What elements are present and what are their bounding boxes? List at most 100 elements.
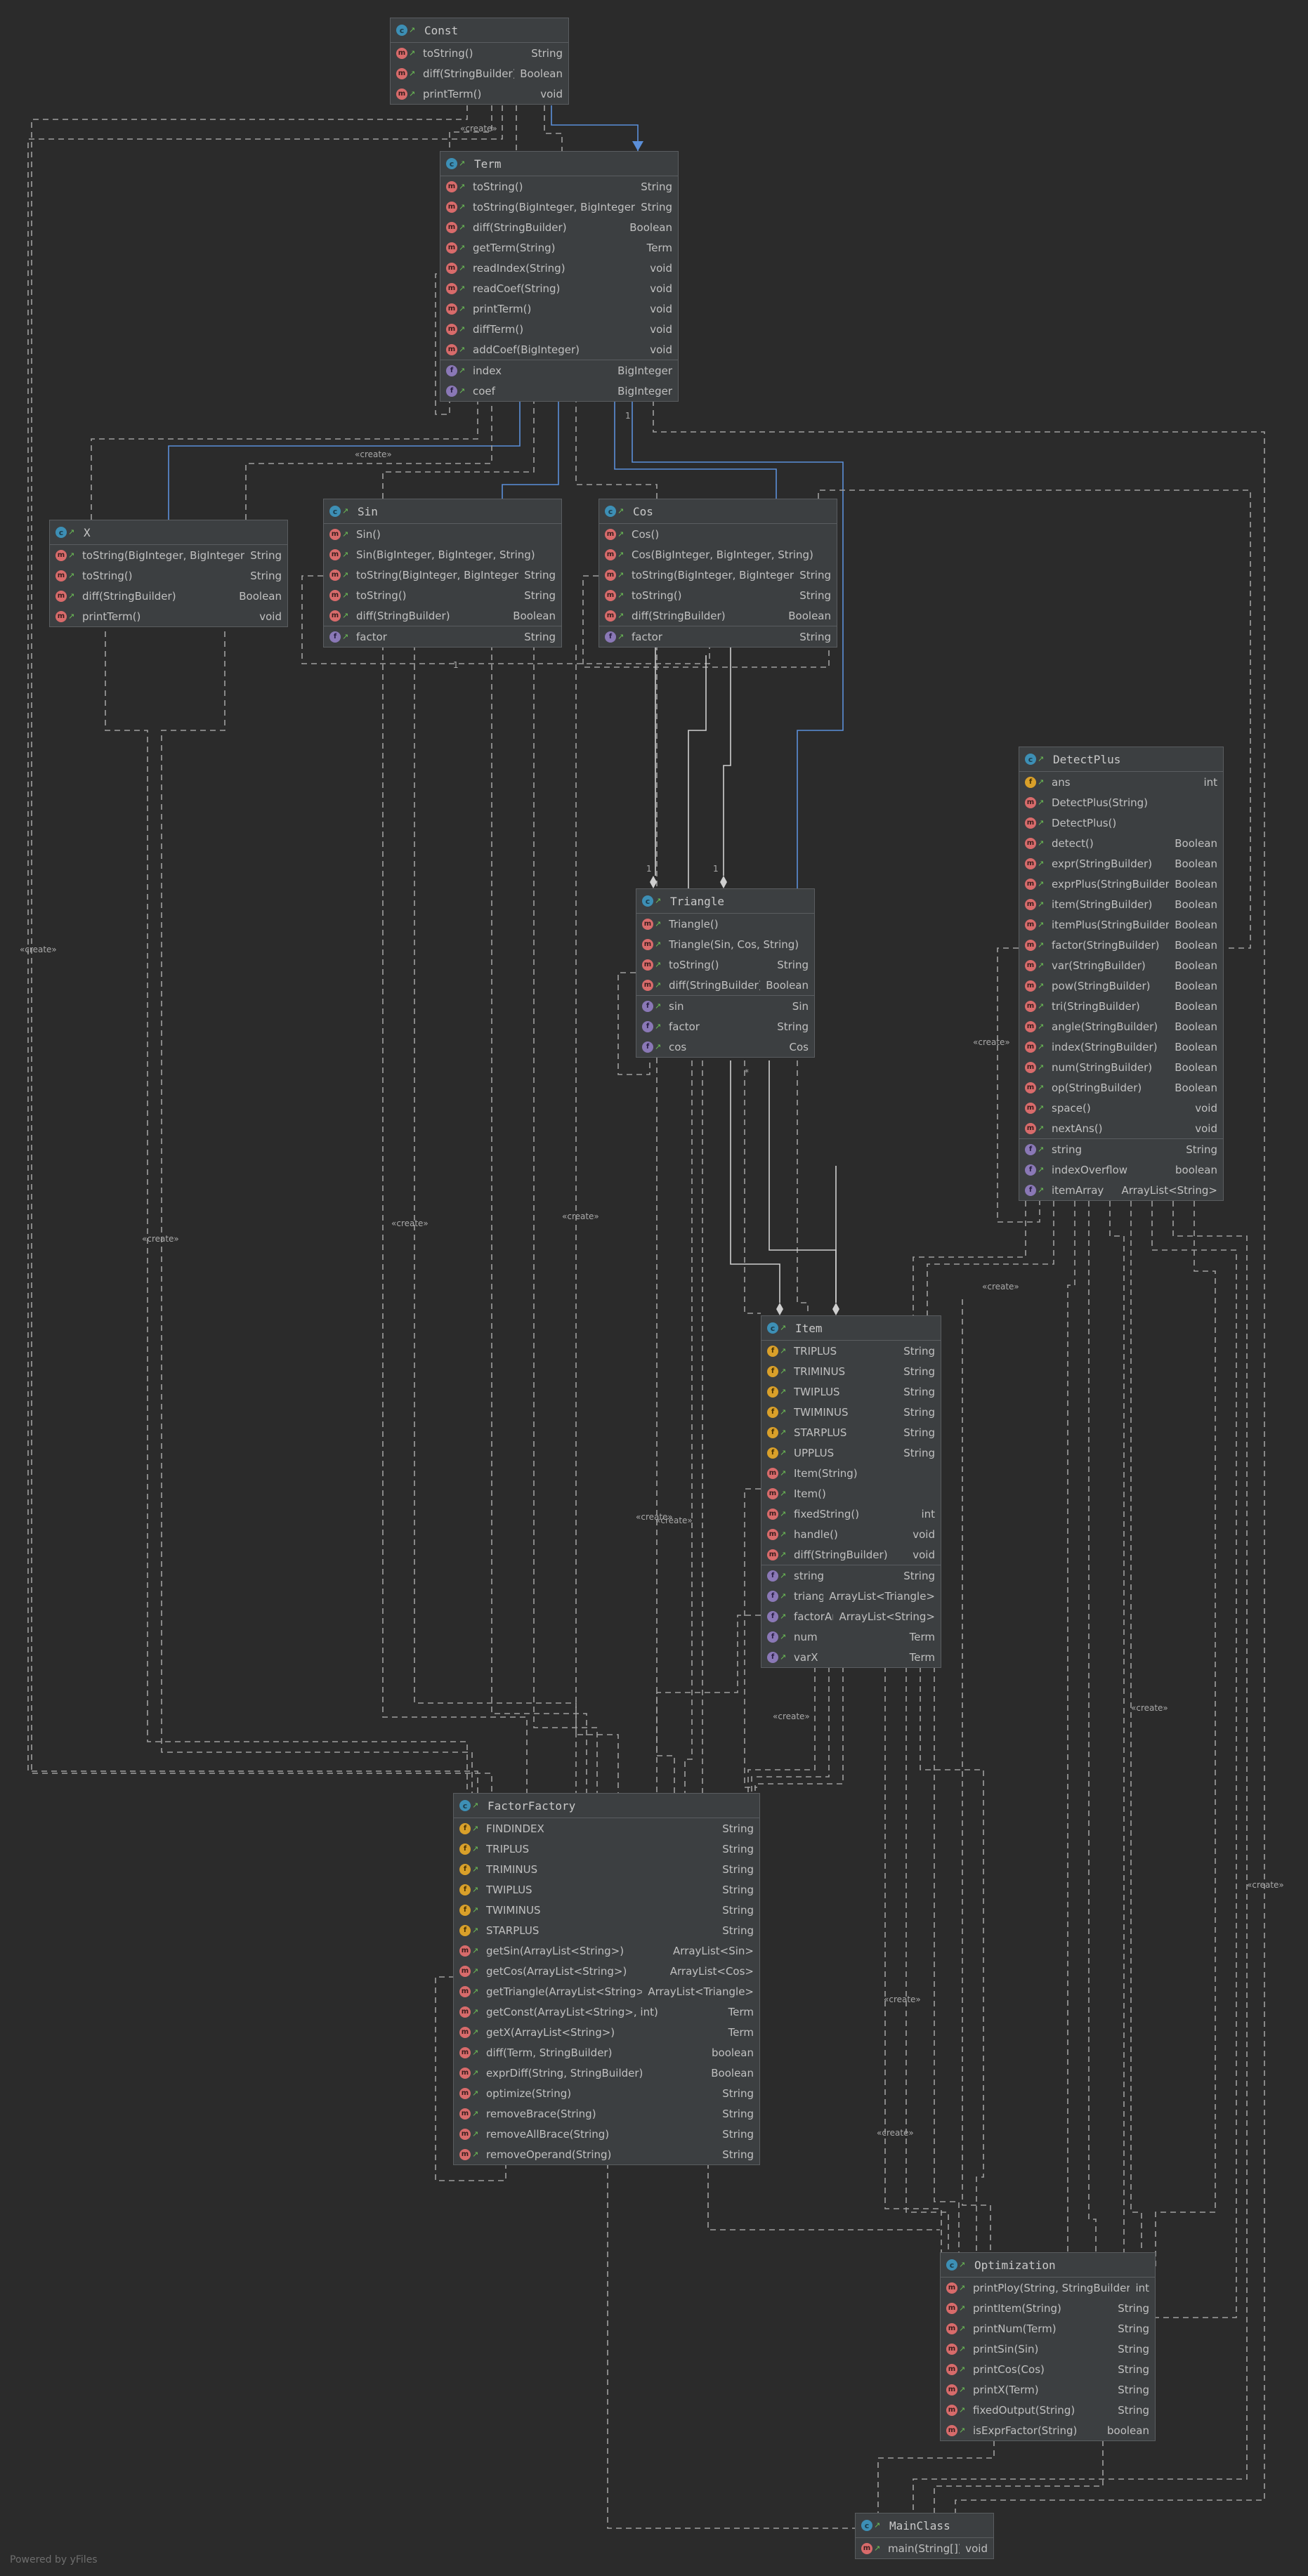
member-row[interactable]: m ↗ pow(StringBuilder) Boolean bbox=[1019, 975, 1223, 996]
member-row[interactable]: m ↗ DetectPlus() bbox=[1019, 813, 1223, 833]
member-row[interactable]: m ↗ toString() String bbox=[50, 565, 287, 586]
member-row[interactable]: f ↗ ans int bbox=[1019, 772, 1223, 792]
member-row[interactable]: m ↗ readIndex(String) void bbox=[440, 258, 678, 278]
class-triangle[interactable]: c ↗ Triangle m ↗ Triangle() m ↗ Triangle(Sin, Co… bbox=[636, 888, 815, 1058]
member-row[interactable]: m ↗ printX(Term) String bbox=[941, 2379, 1155, 2400]
member-row[interactable]: m ↗ optimize(String) String bbox=[454, 2083, 759, 2103]
member-row[interactable]: m ↗ Item(String) bbox=[761, 1463, 941, 1483]
member-row[interactable]: m ↗ diff(StringBuilder) Boolean bbox=[636, 975, 814, 995]
member-row[interactable]: m ↗ handle() void bbox=[761, 1524, 941, 1544]
member-row[interactable]: f ↗ TWIMINUS String bbox=[761, 1402, 941, 1422]
field-row[interactable]: f ↗ string String bbox=[1019, 1138, 1223, 1159]
member-row[interactable]: m ↗ Cos(BigInteger, BigInteger, String) bbox=[599, 544, 837, 565]
field-row[interactable]: f ↗ cos Cos bbox=[636, 1037, 814, 1057]
member-row[interactable]: m ↗ exprDiff(String, StringBuilder) Boolean bbox=[454, 2063, 759, 2083]
member-row[interactable]: m ↗ angle(StringBuilder) Boolean bbox=[1019, 1016, 1223, 1037]
member-row[interactable]: m ↗ Triangle(Sin, Cos, String) bbox=[636, 934, 814, 954]
class-x[interactable]: c ↗ Xm ↗ toString(BigInteger, BigInteger) Str… bbox=[49, 520, 288, 627]
member-row[interactable]: m ↗ printTerm() void bbox=[391, 84, 568, 104]
member-row[interactable]: m ↗ exprPlus(StringBuilder) Boolean bbox=[1019, 874, 1223, 894]
class-term[interactable]: c ↗ Term m ↗ toString() String m ↗ toString(BigIn… bbox=[440, 151, 679, 402]
field-row[interactable]: f ↗ coef BigInteger bbox=[440, 381, 678, 401]
member-row[interactable]: m ↗ removeOperand(String) String bbox=[454, 2144, 759, 2164]
member-row[interactable]: m ↗ printCos(Cos) String bbox=[941, 2359, 1155, 2379]
member-row[interactable]: f ↗ STARPLUS String bbox=[761, 1422, 941, 1443]
class-detectplus[interactable]: c ↗ DetectPlus f ↗ ans int m ↗ DetectPlus(String)… bbox=[1019, 747, 1224, 1201]
class-cos[interactable]: c ↗ Cos m ↗ Cos() m ↗ Cos(BigInteger, BigInteger… bbox=[599, 499, 837, 648]
member-row[interactable]: m ↗ removeAllBrace(String) String bbox=[454, 2124, 759, 2144]
member-row[interactable]: m ↗ Sin() bbox=[324, 524, 561, 544]
member-row[interactable]: f ↗ TWIPLUS String bbox=[454, 1879, 759, 1900]
member-row[interactable]: m ↗ index(StringBuilder) Boolean bbox=[1019, 1037, 1223, 1057]
member-row[interactable]: m ↗ op(StringBuilder) Boolean bbox=[1019, 1077, 1223, 1098]
field-row[interactable]: f ↗ index BigInteger bbox=[440, 360, 678, 381]
member-row[interactable]: m ↗ tri(StringBuilder) Boolean bbox=[1019, 996, 1223, 1016]
member-row[interactable]: m ↗ expr(StringBuilder) Boolean bbox=[1019, 853, 1223, 874]
field-row[interactable]: f↗ factorArray ArrayList<String> bbox=[761, 1606, 941, 1627]
member-row[interactable]: m ↗ printItem(String) String bbox=[941, 2298, 1155, 2318]
member-row[interactable]: m ↗ toString(BigInteger, BigInteger) String bbox=[440, 197, 678, 217]
member-row[interactable]: m ↗ addCoef(BigInteger) void bbox=[440, 339, 678, 360]
class-factorfactory[interactable]: c ↗ FactorFactory f ↗ FINDINDEX String f ↗ TRIPLU… bbox=[453, 1793, 760, 2165]
field-row[interactable]: f ↗ num Term bbox=[761, 1627, 941, 1647]
member-row[interactable]: m ↗ printTerm() void bbox=[50, 606, 287, 626]
member-row[interactable]: m ↗ factor(StringBuilder) Boolean bbox=[1019, 935, 1223, 955]
field-row[interactable]: f ↗ string String bbox=[761, 1565, 941, 1586]
field-row[interactable]: f↗ triangle ArrayList<Triangle> bbox=[761, 1586, 941, 1606]
member-row[interactable]: m ↗ fixedString() int bbox=[761, 1504, 941, 1524]
class-item[interactable]: c ↗ Item f ↗ TRIPLUS String f ↗ TRIMINUS String f ↗ T… bbox=[761, 1315, 941, 1668]
class-const[interactable]: c ↗ Const m ↗ toString() String m ↗ diff(StringBu… bbox=[390, 18, 569, 105]
member-row[interactable]: m ↗ diff(StringBuilder) Boolean bbox=[324, 605, 561, 626]
member-row[interactable]: m ↗ space() void bbox=[1019, 1098, 1223, 1118]
member-row[interactable]: f ↗ UPPLUS String bbox=[761, 1443, 941, 1463]
member-row[interactable]: m ↗ getConst(ArrayList<String>, int) Term bbox=[454, 2002, 759, 2022]
member-row[interactable]: m ↗ itemPlus(StringBuilder) Boolean bbox=[1019, 914, 1223, 935]
member-row[interactable]: m ↗ var(StringBuilder) Boolean bbox=[1019, 955, 1223, 975]
member-row[interactable]: m ↗ removeBrace(String) String bbox=[454, 2103, 759, 2124]
member-row[interactable]: m ↗ diff(StringBuilder) Boolean bbox=[50, 586, 287, 606]
field-row[interactable]: f ↗ factor String bbox=[636, 1016, 814, 1037]
member-row[interactable]: m ↗ diff(StringBuilder) void bbox=[761, 1544, 941, 1565]
member-row[interactable]: m ↗ num(StringBuilder) Boolean bbox=[1019, 1057, 1223, 1077]
class-sin[interactable]: c ↗ Sin m ↗ Sin() m ↗ Sin(BigInteger, BigInteger… bbox=[323, 499, 562, 648]
member-row[interactable]: m ↗ Triangle() bbox=[636, 914, 814, 934]
member-row[interactable]: m ↗ Item() bbox=[761, 1483, 941, 1504]
field-row[interactable]: f ↗ itemArray ArrayList<String> bbox=[1019, 1180, 1223, 1200]
member-row[interactable]: m ↗ toString() String bbox=[324, 585, 561, 605]
field-row[interactable]: f ↗ sin Sin bbox=[636, 995, 814, 1016]
member-row[interactable]: m ↗ getTriangle(ArrayList<String>) ArrayLis… bbox=[454, 1981, 759, 2002]
member-row[interactable]: m ↗ toString(BigInteger, BigInteger) String bbox=[599, 565, 837, 585]
member-row[interactable]: m ↗ diff(StringBuilder) Boolean bbox=[599, 605, 837, 626]
member-row[interactable]: f ↗ TRIMINUS String bbox=[454, 1859, 759, 1879]
member-row[interactable]: m ↗ Sin(BigInteger, BigInteger, String) bbox=[324, 544, 561, 565]
member-row[interactable]: m ↗ toString() String bbox=[599, 585, 837, 605]
member-row[interactable]: f ↗ TWIMINUS String bbox=[454, 1900, 759, 1920]
member-row[interactable]: m ↗ toString() String bbox=[440, 176, 678, 197]
member-row[interactable]: m ↗ fixedOutput(String) String bbox=[941, 2400, 1155, 2420]
class-mainclass[interactable]: c ↗ MainClass m ↗ main(String[]) void bbox=[855, 2513, 994, 2559]
member-row[interactable]: f ↗ STARPLUS String bbox=[454, 1920, 759, 1940]
member-row[interactable]: m ↗ printNum(Term) String bbox=[941, 2318, 1155, 2339]
member-row[interactable]: m ↗ isExprFactor(String) boolean bbox=[941, 2420, 1155, 2440]
member-row[interactable]: m ↗ toString(BigInteger, BigInteger) String bbox=[324, 565, 561, 585]
member-row[interactable]: m ↗ nextAns() void bbox=[1019, 1118, 1223, 1138]
member-row[interactable]: m ↗ detect() Boolean bbox=[1019, 833, 1223, 853]
field-row[interactable]: f ↗ factor String bbox=[599, 626, 837, 647]
member-row[interactable]: f ↗ TRIMINUS String bbox=[761, 1361, 941, 1381]
member-row[interactable]: m ↗ main(String[]) void bbox=[856, 2538, 993, 2558]
member-row[interactable]: m ↗ printPloy(String, StringBuilder) int bbox=[941, 2278, 1155, 2298]
member-row[interactable]: f ↗ TWIPLUS String bbox=[761, 1381, 941, 1402]
member-row[interactable]: m ↗ diff(StringBuilder) Boolean bbox=[440, 217, 678, 237]
member-row[interactable]: m ↗ diff(StringBuilder) Boolean bbox=[391, 63, 568, 84]
member-row[interactable]: f ↗ FINDINDEX String bbox=[454, 1818, 759, 1839]
member-row[interactable]: f ↗ TRIPLUS String bbox=[761, 1341, 941, 1361]
field-row[interactable]: f ↗ varX Term bbox=[761, 1647, 941, 1667]
member-row[interactable]: m ↗ toString(BigInteger, BigInteger) String bbox=[50, 545, 287, 565]
member-row[interactable]: m ↗ getTerm(String) Term bbox=[440, 237, 678, 258]
member-row[interactable]: m ↗ getCos(ArrayList<String>) ArrayList<Cos… bbox=[454, 1961, 759, 1981]
member-row[interactable]: m ↗ readCoef(String) void bbox=[440, 278, 678, 298]
class-optimization[interactable]: c ↗ Optimization m ↗ printPloy(String, String… bbox=[940, 2252, 1156, 2441]
member-row[interactable]: m ↗ getX(ArrayList<String>) Term bbox=[454, 2022, 759, 2042]
member-row[interactable]: f ↗ TRIPLUS String bbox=[454, 1839, 759, 1859]
member-row[interactable]: m ↗ printTerm() void bbox=[440, 298, 678, 319]
